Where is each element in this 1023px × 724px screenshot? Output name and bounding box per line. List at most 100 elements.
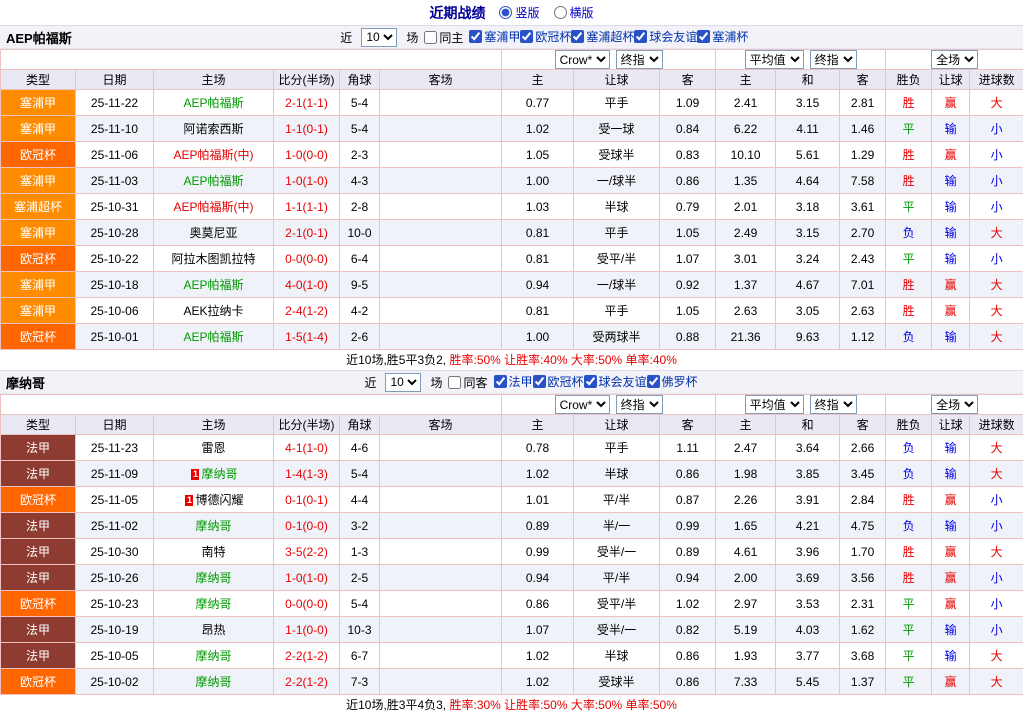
average-select[interactable]: 平均值 <box>745 395 804 414</box>
layout-option-horizontal[interactable]: 横版 <box>554 4 594 21</box>
col-goals-result: 进球数 <box>970 70 1023 90</box>
league-filter-checkbox[interactable] <box>469 30 482 43</box>
league-filter[interactable]: 佛罗杯 <box>647 373 698 390</box>
league-badge: 欧冠杯 <box>1 591 76 617</box>
handicap-home-odds: 0.86 <box>502 591 574 617</box>
home-team: AEK拉纳卡 <box>154 298 274 324</box>
league-filter[interactable]: 塞浦超杯 <box>571 28 634 45</box>
result-handicap: 赢 <box>932 591 970 617</box>
result-goals: 小 <box>970 487 1023 513</box>
league-filter-label: 欧冠杯 <box>535 28 571 45</box>
league-filter-checkbox[interactable] <box>494 375 507 388</box>
match-row: 法甲 25-11-02 摩纳哥 0-1(0-0) 3-2 0.89 半/一 0.… <box>1 513 1023 539</box>
handicap-home-odds: 0.81 <box>502 298 574 324</box>
handicap-line: 半球 <box>574 461 660 487</box>
handicap-away-odds: 1.11 <box>660 435 716 461</box>
horizontal-radio[interactable] <box>554 6 567 19</box>
match-date: 25-10-30 <box>76 539 154 565</box>
team-name[interactable]: 雷恩 <box>201 441 225 455</box>
league-filter[interactable]: 法甲 <box>494 373 533 390</box>
team-name[interactable]: 摩纳哥 <box>195 571 231 585</box>
team-band: 摩纳哥 近 10 场 同客 法甲欧冠杯球会友谊佛罗杯 <box>0 370 1023 394</box>
league-filter-checkbox[interactable] <box>571 30 584 43</box>
average-final-select[interactable]: 终指 <box>810 395 857 414</box>
match-row: 法甲 25-11-23 雷恩 4-1(1-0) 4-6 0.78 平手 1.11… <box>1 435 1023 461</box>
match-count-select[interactable]: 10 <box>385 373 421 392</box>
team-name[interactable]: AEP帕福斯 <box>183 96 243 110</box>
scope-select[interactable]: 全场 <box>931 395 978 414</box>
same-venue-checkbox[interactable] <box>424 31 437 44</box>
league-filter-checkbox[interactable] <box>697 30 710 43</box>
result-outcome: 平 <box>886 194 932 220</box>
average-select[interactable]: 平均值 <box>745 50 804 69</box>
same-venue-filter[interactable]: 同主 <box>424 29 463 46</box>
team-name[interactable]: 昂热 <box>201 623 225 637</box>
col-euro-home: 主 <box>716 70 776 90</box>
result-handicap: 输 <box>932 435 970 461</box>
team-name[interactable]: AEP帕福斯 <box>183 278 243 292</box>
avg-draw-odds: 3.77 <box>776 643 840 669</box>
match-date: 25-10-01 <box>76 324 154 350</box>
avg-away-odds: 1.29 <box>840 142 886 168</box>
summary-stats: 胜率:30% 让胜率:50% 大率:50% 单率:50% <box>449 698 676 712</box>
bookmaker-select[interactable]: Crow* <box>555 50 610 69</box>
bookmaker-select[interactable]: Crow* <box>555 395 610 414</box>
league-filter[interactable]: 塞浦杯 <box>697 28 748 45</box>
league-filter-checkbox[interactable] <box>634 30 647 43</box>
result-goals: 大 <box>970 461 1023 487</box>
same-venue-checkbox[interactable] <box>448 376 461 389</box>
league-filter[interactable]: 塞浦甲 <box>469 28 520 45</box>
team-name[interactable]: AEP帕福斯 <box>183 174 243 188</box>
bookmaker-final-select[interactable]: 终指 <box>616 50 663 69</box>
handicap-line: 半球 <box>574 643 660 669</box>
bookmaker-final-select[interactable]: 终指 <box>616 395 663 414</box>
vertical-radio[interactable] <box>499 6 512 19</box>
team-name[interactable]: 摩纳哥 <box>195 649 231 663</box>
league-filter[interactable]: 球会友谊 <box>634 28 697 45</box>
league-filter[interactable]: 欧冠杯 <box>520 28 571 45</box>
league-filter[interactable]: 球会友谊 <box>584 373 647 390</box>
league-filter-checkbox[interactable] <box>647 375 660 388</box>
team-name[interactable]: 阿诺索西斯 <box>183 122 243 136</box>
page-header: 近期战绩 竖版 横版 <box>0 0 1023 25</box>
team-name[interactable]: 南特 <box>201 545 225 559</box>
handicap-line: 平/半 <box>574 487 660 513</box>
team-name[interactable]: 摩纳哥 <box>201 467 237 481</box>
scope-select[interactable]: 全场 <box>931 50 978 69</box>
match-date: 25-11-22 <box>76 90 154 116</box>
odds-selector-row: Crow*终指 平均值终指 全场 <box>1 50 1023 70</box>
summary-lead: 近10场,胜5平3负2, <box>346 353 446 367</box>
result-goals: 大 <box>970 272 1023 298</box>
corner-score: 4-4 <box>340 487 380 513</box>
corner-score: 2-6 <box>340 324 380 350</box>
team-name[interactable]: 摩纳哥 <box>195 675 231 689</box>
away-team <box>380 272 502 298</box>
handicap-away-odds: 1.05 <box>660 220 716 246</box>
team-name[interactable]: AEP帕福斯 <box>183 330 243 344</box>
league-filter-checkbox[interactable] <box>533 375 546 388</box>
league-filter[interactable]: 欧冠杯 <box>533 373 584 390</box>
result-outcome: 平 <box>886 246 932 272</box>
team-name[interactable]: AEP帕福斯(中) <box>173 148 253 162</box>
handicap-away-odds: 0.84 <box>660 116 716 142</box>
layout-option-vertical[interactable]: 竖版 <box>499 4 539 21</box>
league-filter-checkbox[interactable] <box>584 375 597 388</box>
handicap-away-odds: 0.79 <box>660 194 716 220</box>
team-name[interactable]: 奥莫尼亚 <box>189 226 237 240</box>
team-name[interactable]: 阿拉木图凯拉特 <box>171 252 255 266</box>
match-date: 25-10-05 <box>76 643 154 669</box>
team-name[interactable]: AEK拉纳卡 <box>183 304 243 318</box>
avg-away-odds: 2.81 <box>840 90 886 116</box>
filter-bar: 近 10 场 同主 塞浦甲欧冠杯塞浦超杯球会友谊塞浦杯 <box>72 28 1017 47</box>
result-outcome: 负 <box>886 220 932 246</box>
team-name[interactable]: 摩纳哥 <box>195 519 231 533</box>
same-venue-filter[interactable]: 同客 <box>448 374 487 391</box>
average-final-select[interactable]: 终指 <box>810 50 857 69</box>
team-name[interactable]: AEP帕福斯(中) <box>173 200 253 214</box>
match-count-select[interactable]: 10 <box>361 28 397 47</box>
selector-spacer <box>1 395 502 415</box>
corner-score: 3-2 <box>340 513 380 539</box>
team-name[interactable]: 博德闪耀 <box>195 493 243 507</box>
league-filter-checkbox[interactable] <box>520 30 533 43</box>
team-name[interactable]: 摩纳哥 <box>195 597 231 611</box>
